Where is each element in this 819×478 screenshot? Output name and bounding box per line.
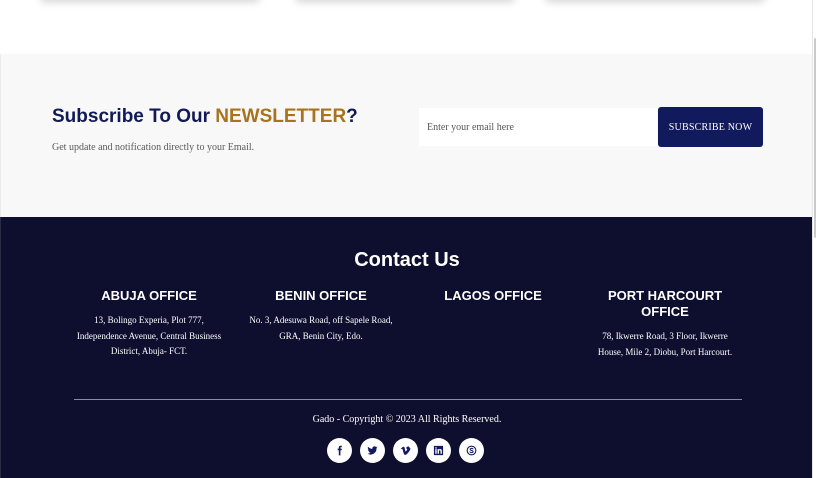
newsletter-title: Subscribe To Our NEWSLETTER? [52,106,358,128]
office-address: 13, Bolingo Experia, Plot 777, Independe… [76,315,222,356]
office-lagos: LAGOS OFFICE [413,288,573,313]
copyright-text: Gado - Copyright © 2023 All Rights Reser… [312,414,502,425]
office-benin: BENIN OFFICE No. 3, Adesuwa Road, off Sa… [246,288,396,344]
skype-link[interactable] [459,438,484,463]
previous-section [0,0,812,54]
subscribe-button[interactable]: SUBSCRIBE NOW [658,107,763,147]
footer: Contact Us ABUJA OFFICE 13, Bolingo Expe… [0,217,812,478]
office-name: PORT HARCOURT OFFICE [607,288,723,319]
footer-divider [74,399,742,400]
vimeo-link[interactable] [393,438,418,463]
facebook-link[interactable] [327,438,352,463]
office-address: No. 3, Adesuwa Road, off Sapele Road, GR… [249,315,393,341]
newsletter-title-prefix: Subscribe To Our [52,106,216,127]
scrollbar[interactable] [812,0,819,478]
scrollbar-edge [812,0,813,478]
skype-icon [466,445,477,456]
office-name: LAGOS OFFICE [444,288,542,303]
facebook-icon [337,445,342,456]
social-links [327,438,484,463]
newsletter-section: Subscribe To Our NEWSLETTER? Get update … [0,54,812,217]
contact-title: Contact Us [354,249,460,271]
linkedin-icon [433,445,444,456]
twitter-icon [367,446,378,455]
office-port-harcourt: PORT HARCOURT OFFICE 78, Ikwerre Road, 3… [589,288,741,360]
twitter-link[interactable] [360,438,385,463]
newsletter-title-suffix: ? [346,106,358,127]
office-address: 78, Ikwerre Road, 3 Floor, Ikwerre House… [597,331,733,357]
linkedin-link[interactable] [426,438,451,463]
newsletter-title-accent: NEWSLETTER [215,106,347,127]
office-abuja: ABUJA OFFICE 13, Bolingo Experia, Plot 7… [69,288,229,360]
office-name: BENIN OFFICE [275,288,367,303]
email-input[interactable] [419,108,657,146]
newsletter-subtitle: Get update and notification directly to … [52,142,255,153]
office-name: ABUJA OFFICE [101,288,197,303]
scrollbar-thumb[interactable] [814,38,816,238]
vimeo-icon [400,446,411,455]
